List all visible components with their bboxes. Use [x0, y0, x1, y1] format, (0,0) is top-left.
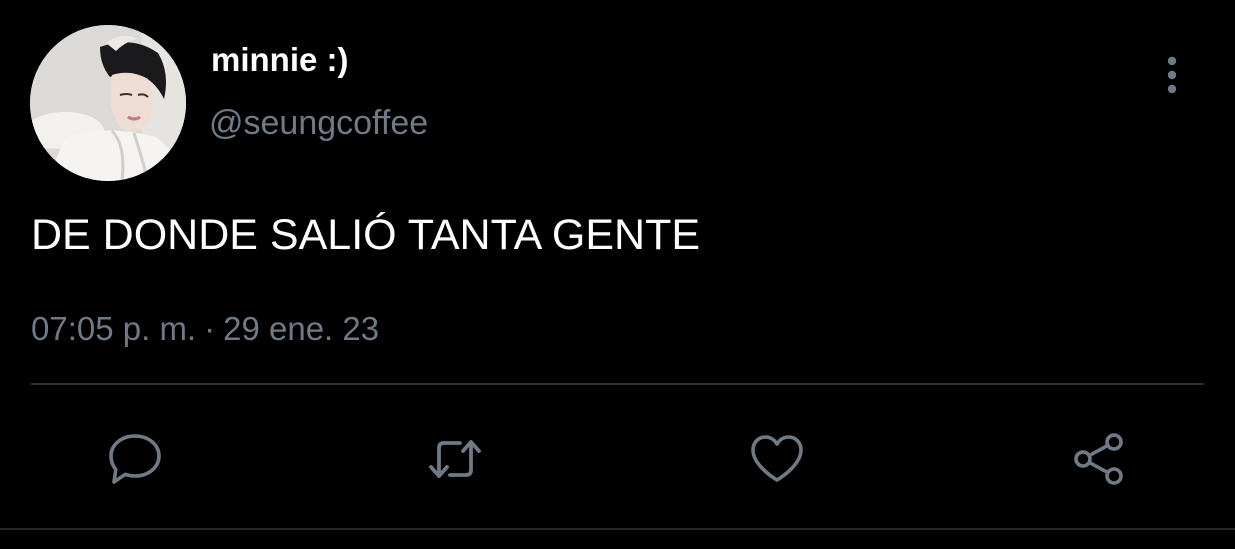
- tweet-date: 29 ene. 23: [223, 310, 380, 347]
- like-icon: [751, 435, 803, 482]
- retweet-button[interactable]: [426, 430, 484, 488]
- avatar[interactable]: [30, 25, 186, 181]
- display-name[interactable]: minnie :): [211, 40, 349, 80]
- share-button[interactable]: [1070, 430, 1128, 488]
- reply-icon: [109, 434, 161, 484]
- username-handle[interactable]: @seungcoffee: [209, 102, 428, 144]
- more-options-button[interactable]: [1150, 52, 1194, 98]
- retweet-icon: [429, 440, 481, 478]
- meta-separator: ·: [204, 310, 216, 347]
- bottom-divider: [0, 528, 1235, 530]
- reply-button[interactable]: [106, 430, 164, 488]
- like-button[interactable]: [748, 430, 806, 488]
- tweet-card: minnie :) @seungcoffee DE DONDE SALIÓ TA…: [0, 0, 1235, 549]
- more-vertical-icon: [1167, 56, 1177, 94]
- tweet-text: DE DONDE SALIÓ TANTA GENTE: [31, 211, 701, 259]
- tweet-time: 07:05 p. m.: [31, 310, 197, 347]
- divider: [31, 383, 1204, 385]
- tweet-timestamp[interactable]: 07:05 p. m. · 29 ene. 23: [31, 308, 379, 350]
- share-icon: [1074, 433, 1123, 485]
- avatar-photo: [30, 25, 186, 181]
